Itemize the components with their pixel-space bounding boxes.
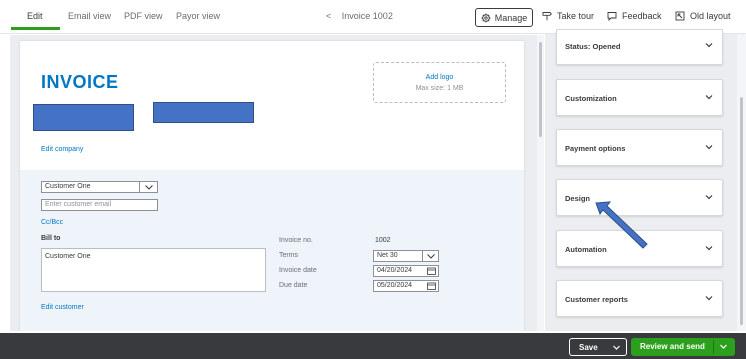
review-and-send-label: Review and send: [640, 342, 705, 351]
terms-select[interactable]: Net 30: [373, 250, 439, 262]
edit-company-link[interactable]: Edit company: [41, 146, 83, 153]
section-customer-reports[interactable]: Customer reports: [556, 280, 723, 317]
chevron-down-icon[interactable]: [719, 342, 728, 351]
old-layout-button[interactable]: Old layout: [675, 11, 731, 21]
previous-invoice-arrow[interactable]: <: [326, 11, 331, 21]
feedback-button[interactable]: Feedback: [607, 11, 662, 21]
feedback-label: Feedback: [622, 11, 662, 21]
sidebar-scrollbar-thumb[interactable]: [740, 97, 743, 325]
old-layout-label: Old layout: [690, 11, 731, 21]
tab-payor-view[interactable]: Payor view: [176, 11, 220, 21]
section-label: Customer reports: [565, 295, 628, 304]
review-and-send-button[interactable]: Review and send: [631, 338, 735, 356]
invoice-date-field[interactable]: 04/20/2024: [373, 265, 439, 277]
redacted-company-info: [153, 102, 254, 123]
invoice-canvas: INVOICE Add logo Max size: 1 MB Edit com…: [10, 35, 537, 331]
tab-edit[interactable]: Edit: [27, 11, 43, 21]
invoice-no-label: Invoice no.: [279, 237, 313, 244]
bill-to-address[interactable]: Customer One: [41, 248, 266, 292]
chevron-down-icon: [705, 195, 713, 200]
invoice-navigator[interactable]: < Invoice 1002: [326, 11, 393, 21]
section-label: Customization: [565, 94, 617, 103]
section-customization[interactable]: Customization: [556, 79, 723, 116]
due-date-field[interactable]: 05/20/2024: [373, 280, 439, 292]
chevron-down-icon: [139, 182, 157, 192]
add-logo-dropzone[interactable]: Add logo Max size: 1 MB: [373, 62, 506, 103]
layout-switch-icon: [675, 11, 685, 21]
invoice-paper: INVOICE Add logo Max size: 1 MB Edit com…: [20, 41, 524, 331]
invoice-title: INVOICE: [41, 72, 119, 92]
chevron-down-icon: [705, 145, 713, 150]
invoice-date-label: Invoice date: [279, 267, 317, 274]
active-tab-indicator: [11, 27, 60, 30]
edit-customer-link[interactable]: Edit customer: [41, 304, 84, 311]
tab-pdf-view[interactable]: PDF view: [124, 11, 163, 21]
section-label: Design: [565, 194, 591, 203]
canvas-scrollbar-thumb[interactable]: [539, 42, 542, 137]
section-label: Status: Opened: [565, 42, 621, 51]
customer-select-value: Customer One: [45, 183, 91, 190]
due-date-value: 05/20/2024: [377, 282, 413, 289]
terms-label: Terms: [279, 252, 299, 259]
chevron-down-icon[interactable]: [612, 343, 621, 352]
manage-button[interactable]: Manage: [475, 8, 533, 27]
signpost-icon: [542, 12, 552, 21]
bill-to-label: Bill to: [41, 235, 61, 242]
save-button[interactable]: Save: [569, 338, 627, 356]
section-label: Payment options: [565, 144, 626, 153]
customer-section: Customer One Enter customer email Cc/Bcc…: [20, 170, 524, 331]
section-payment-options[interactable]: Payment options: [556, 129, 723, 166]
invoice-no-value[interactable]: 1002: [375, 237, 391, 244]
section-status[interactable]: Status: Opened: [556, 29, 723, 65]
invoice-nav-label: Invoice 1002: [341, 11, 393, 21]
cc-bcc-link[interactable]: Cc/Bcc: [41, 219, 63, 226]
due-date-label: Due date: [279, 282, 308, 289]
add-logo-link[interactable]: Add logo: [374, 74, 505, 81]
chevron-down-icon: [705, 246, 713, 251]
redacted-company-name: [33, 104, 134, 131]
invoice-date-value: 04/20/2024: [377, 267, 413, 274]
chevron-down-icon: [705, 296, 713, 301]
chevron-down-icon: [422, 251, 438, 261]
take-tour-label: Take tour: [557, 11, 595, 21]
terms-select-value: Net 30: [377, 252, 398, 259]
chevron-down-icon: [705, 43, 713, 48]
manage-label: Manage: [494, 12, 528, 23]
calendar-icon[interactable]: [424, 266, 438, 276]
customer-select[interactable]: Customer One: [41, 181, 158, 193]
settings-sidebar: Status: Opened Customization Payment opt…: [545, 29, 746, 331]
gear-icon: [481, 13, 491, 22]
tab-email-view[interactable]: Email view: [68, 11, 111, 21]
split-divider: [713, 340, 714, 354]
chevron-down-icon: [705, 95, 713, 100]
logo-size-hint: Max size: 1 MB: [415, 85, 464, 92]
save-label: Save: [579, 342, 598, 352]
customer-email-input[interactable]: Enter customer email: [41, 199, 158, 211]
chat-bubble-icon: [607, 12, 617, 21]
take-tour-button[interactable]: Take tour: [542, 11, 594, 21]
annotation-arrow-icon: [595, 201, 648, 249]
calendar-icon[interactable]: [424, 281, 438, 291]
